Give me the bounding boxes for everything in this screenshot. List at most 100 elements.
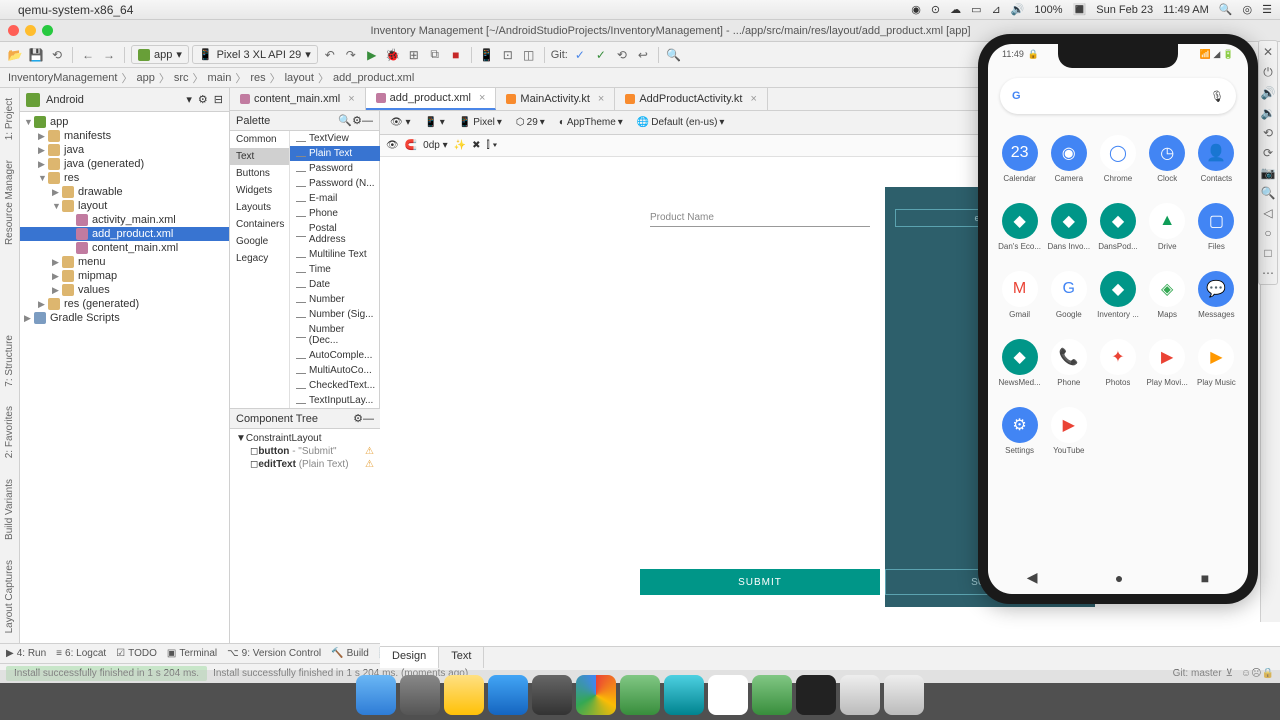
clear-icon[interactable]: ✖ [472,140,480,151]
tree-item[interactable]: ▶java [20,143,229,157]
palette-item[interactable]: TextInputLay... [290,393,381,408]
menubar-icon[interactable]: ⊙ [931,3,940,16]
sync-icon[interactable]: ⟲ [48,46,66,64]
emulator-app[interactable]: 👤Contacts [1193,126,1240,192]
git-update-icon[interactable]: ✓ [571,46,589,64]
device-preview[interactable]: Product Name SUBMIT [640,187,880,607]
palette-item[interactable]: Multiline Text [290,247,381,262]
dock-notes-icon[interactable] [444,675,484,715]
editor-tab[interactable]: AddProductActivity.kt × [615,88,768,110]
menubar-date[interactable]: Sun Feb 23 [1096,4,1153,16]
overview-icon[interactable]: □ [1264,246,1271,260]
preview-edittext[interactable]: Product Name [650,209,870,227]
emulator-app[interactable]: ◉Camera [1045,126,1092,192]
menu-icon[interactable]: ☰ [1262,3,1272,16]
project-header[interactable]: Android ▾ ⚙ ⊟ [20,88,229,112]
tree-item[interactable]: ▶mipmap [20,269,229,283]
tab-logcat[interactable]: ≡ 6: Logcat [56,648,106,659]
search-icon[interactable]: 🔍 [1219,3,1233,16]
menubar-icon[interactable]: ☁ [950,3,961,16]
palette-category[interactable]: Google [230,233,289,250]
ctree-root[interactable]: ▼ ConstraintLayout [236,432,374,445]
close-icon[interactable]: ✕ [1263,45,1273,59]
tree-item[interactable]: ▶Gradle Scripts [20,311,229,325]
tree-item[interactable]: ▶values [20,283,229,297]
menubar-icon[interactable]: ▭ [971,3,981,16]
tree-item[interactable]: ▶manifests [20,129,229,143]
tree-item[interactable]: ▼app [20,115,229,129]
tree-item[interactable]: content_main.xml [20,241,229,255]
emulator-search-bar[interactable]: G 🎙 [1000,78,1236,114]
dock-folder-icon[interactable] [840,675,880,715]
editor-tab[interactable]: MainActivity.kt × [496,88,615,110]
dock-finder-icon[interactable] [356,675,396,715]
tree-item[interactable]: add_product.xml [20,227,229,241]
back-icon[interactable]: ← [79,46,97,64]
tree-item[interactable]: ▶drawable [20,185,229,199]
maximize-icon[interactable] [42,25,53,36]
emulator-app[interactable]: ◆Inventory ... [1094,262,1141,328]
profile-icon[interactable]: ⊞ [405,46,423,64]
redo-icon[interactable]: ↷ [342,46,360,64]
palette-item[interactable]: Number (Dec... [290,322,381,348]
dock-settings-icon[interactable] [532,675,572,715]
siri-icon[interactable]: ◎ [1243,3,1253,16]
emulator-app[interactable]: MGmail [996,262,1043,328]
palette-item[interactable]: Postal Address [290,221,381,247]
magnet-icon[interactable]: 🧲 [405,140,417,151]
dock-textedit-icon[interactable] [708,675,748,715]
nav-back-icon[interactable]: ◀ [1027,569,1038,586]
attach-icon[interactable]: ⧉ [426,46,444,64]
collapse-icon[interactable]: — [363,413,374,425]
search-icon[interactable]: 🔍 [338,114,352,127]
palette-item[interactable]: Plain Text [290,146,381,161]
dock-quicktime-icon[interactable] [664,675,704,715]
menubar-time[interactable]: 11:49 AM [1163,4,1209,16]
orientation-dropdown[interactable]: 📱 ▾ [421,115,449,130]
tab-build-variants[interactable]: Build Variants [2,469,17,550]
device-dropdown[interactable]: 📱Pixel 3 XL API 29▾ [192,45,318,64]
palette-item[interactable]: E-mail [290,191,381,206]
tab-resource-manager[interactable]: Resource Manager [2,150,17,255]
avd-icon[interactable]: 📱 [478,46,496,64]
collapse-icon[interactable]: — [362,115,373,127]
tree-item[interactable]: ▼res [20,171,229,185]
palette-item[interactable]: CheckedText... [290,378,381,393]
emulator-app[interactable]: ◈Maps [1144,262,1191,328]
back-icon[interactable]: ◁ [1263,206,1272,220]
eye-icon[interactable]: 👁 [386,140,399,151]
dock-terminal-icon[interactable] [796,675,836,715]
collapse-icon[interactable]: ⊟ [214,93,223,106]
breadcrumb-item[interactable]: src [172,72,191,84]
ctree-item[interactable]: ◻ button - "Submit"⚠ [236,445,374,458]
guideline-icon[interactable]: ⫿ ▾ [487,140,498,151]
emulator-app[interactable]: ◯Chrome [1094,126,1141,192]
breadcrumb-item[interactable]: app [134,72,156,84]
palette-item[interactable]: Phone [290,206,381,221]
tree-item[interactable]: ▼layout [20,199,229,213]
search-icon[interactable]: 🔍 [665,46,683,64]
menubar-icon[interactable]: ◉ [911,3,921,16]
home-icon[interactable]: ○ [1264,226,1271,240]
palette-category[interactable]: Common [230,131,289,148]
tab-text[interactable]: Text [439,647,484,668]
tree-item[interactable]: ▶java (generated) [20,157,229,171]
more-icon[interactable]: ⋯ [1262,266,1274,280]
dock-launchpad-icon[interactable] [400,675,440,715]
power-icon[interactable]: ⏻ [1263,65,1273,80]
git-revert-icon[interactable]: ↩ [634,46,652,64]
palette-item[interactable]: AutoComple... [290,348,381,363]
nav-home-icon[interactable]: ● [1115,570,1123,586]
emulator-app[interactable]: ▶Play Movi... [1144,330,1191,396]
emulator-app[interactable]: ◆Dans Invo... [1045,194,1092,260]
api-dropdown[interactable]: ⬡ 29 ▾ [512,115,549,130]
palette-item[interactable]: Date [290,277,381,292]
tab-terminal[interactable]: ▣ Terminal [167,648,217,659]
volume-icon[interactable]: 🔊 [1011,3,1025,16]
breadcrumb-item[interactable]: add_product.xml [331,72,416,84]
wifi-icon[interactable]: ⊿ [992,3,1001,16]
stop-icon[interactable]: ■ [447,46,465,64]
dock-androidstudio-icon[interactable] [620,675,660,715]
volume-down-icon[interactable]: 🔉 [1261,106,1276,120]
palette-item[interactable]: Number (Sig... [290,307,381,322]
